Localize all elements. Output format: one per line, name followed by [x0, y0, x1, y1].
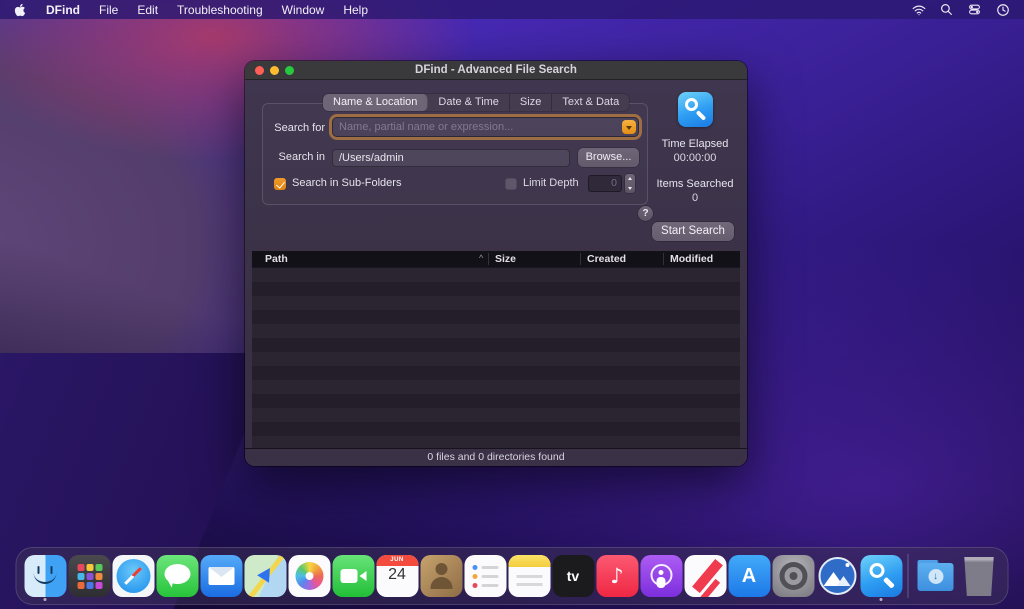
sort-ascending-icon[interactable]: ^ [479, 251, 483, 267]
results-table-header: Path ^ Size Created Modified [252, 251, 740, 267]
tab-text-data[interactable]: Text & Data [552, 94, 629, 111]
menu-app-name[interactable]: DFind [46, 3, 80, 17]
dock-downloads-folder-icon[interactable]: ↓ [914, 550, 957, 602]
window-title: DFind - Advanced File Search [245, 61, 747, 80]
menu-file[interactable]: File [99, 3, 118, 17]
dock-dfind-icon[interactable] [860, 550, 903, 602]
dock-podcasts-icon[interactable] [640, 550, 683, 602]
search-history-dropdown-icon[interactable] [622, 120, 636, 134]
dock-news-icon[interactable] [684, 550, 727, 602]
tab-date-time[interactable]: Date & Time [428, 94, 510, 111]
column-header-created[interactable]: Created [587, 251, 626, 267]
control-center-icon[interactable] [967, 2, 982, 17]
subfolders-checkbox[interactable] [274, 178, 286, 190]
search-in-label: Search in [255, 151, 325, 163]
dock-launchpad-icon[interactable] [68, 550, 111, 602]
apple-menu-icon[interactable] [14, 3, 27, 17]
dock-messages-icon[interactable] [156, 550, 199, 602]
time-elapsed-value: 00:00:00 [645, 152, 745, 164]
dock: JUN 24 tv ♪ A [16, 547, 1009, 605]
desktop: { "menu_bar": { "apple_icon": "apple-log… [0, 0, 1024, 609]
results-table-body[interactable] [252, 267, 740, 448]
search-for-combobox [332, 117, 639, 137]
column-header-modified[interactable]: Modified [670, 251, 713, 267]
dock-apple-tv-icon[interactable]: tv [552, 550, 595, 602]
magnifier-icon [685, 98, 698, 111]
depth-value-field[interactable]: 0 [588, 175, 622, 192]
limit-depth-label[interactable]: Limit Depth [523, 177, 579, 189]
dock-music-icon[interactable]: ♪ [596, 550, 639, 602]
dock-notes-icon[interactable] [508, 550, 551, 602]
window-titlebar[interactable]: DFind - Advanced File Search [245, 61, 747, 80]
subfolders-label[interactable]: Search in Sub-Folders [292, 177, 401, 189]
menu-edit[interactable]: Edit [137, 3, 158, 17]
tab-name-location[interactable]: Name & Location [323, 94, 428, 111]
search-in-field [332, 149, 570, 167]
dock-photos-icon[interactable] [288, 550, 331, 602]
start-search-button[interactable]: Start Search [652, 222, 734, 241]
menu-troubleshooting[interactable]: Troubleshooting [177, 3, 263, 17]
dock-mountain-app-icon[interactable] [816, 550, 859, 602]
column-header-size[interactable]: Size [495, 251, 516, 267]
dock-trash-icon[interactable] [958, 550, 1001, 602]
dock-mail-icon[interactable] [200, 550, 243, 602]
dock-safari-icon[interactable] [112, 550, 155, 602]
depth-stepper[interactable] [625, 174, 635, 193]
help-button[interactable]: ? [638, 206, 653, 221]
dfind-window: DFind - Advanced File Search Name & Loca… [245, 61, 747, 466]
browse-button[interactable]: Browse... [578, 148, 639, 167]
limit-depth-checkbox[interactable] [505, 178, 517, 190]
results-status-bar: 0 files and 0 directories found [245, 448, 747, 466]
wifi-icon[interactable] [911, 2, 926, 17]
dock-finder-icon[interactable] [24, 550, 67, 602]
clock-icon[interactable] [995, 2, 1010, 17]
time-elapsed-label: Time Elapsed [645, 138, 745, 150]
tab-bar: Name & Location Date & Time Size Text & … [323, 94, 629, 111]
menu-help[interactable]: Help [343, 3, 368, 17]
column-header-path[interactable]: Path [265, 251, 288, 267]
items-searched-label: Items Searched [645, 178, 745, 190]
dock-maps-icon[interactable] [244, 550, 287, 602]
dock-reminders-icon[interactable] [464, 550, 507, 602]
menu-window[interactable]: Window [282, 3, 325, 17]
dock-contacts-icon[interactable] [420, 550, 463, 602]
results-table: Path ^ Size Created Modified [252, 251, 740, 466]
items-searched-value: 0 [645, 192, 745, 204]
spotlight-search-icon[interactable] [939, 2, 954, 17]
search-in-input[interactable] [333, 150, 569, 166]
menu-bar: DFind File Edit Troubleshooting Window H… [0, 0, 1024, 19]
dock-separator [908, 554, 909, 598]
dock-app-store-icon[interactable]: A [728, 550, 771, 602]
dock-system-preferences-icon[interactable] [772, 550, 815, 602]
dock-facetime-icon[interactable] [332, 550, 375, 602]
search-for-label: Search for [255, 122, 325, 134]
tab-size[interactable]: Size [510, 94, 552, 111]
search-for-input[interactable] [333, 118, 638, 136]
dock-calendar-icon[interactable]: JUN 24 [376, 550, 419, 602]
dfind-app-icon [678, 92, 713, 127]
